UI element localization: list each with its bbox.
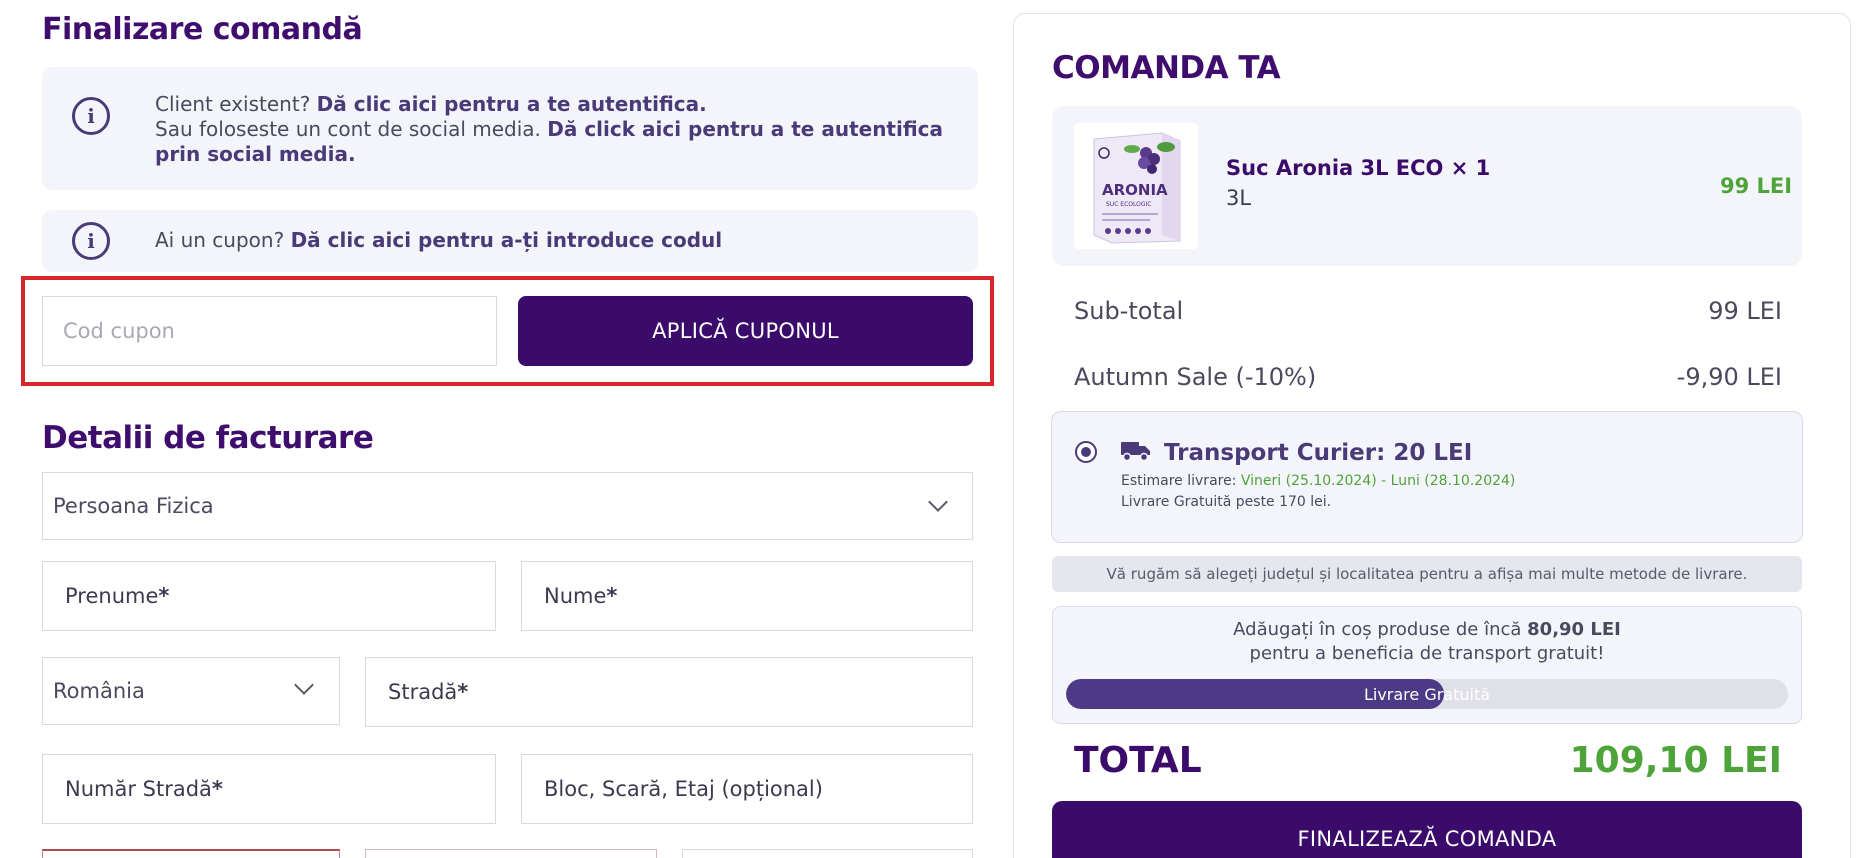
thumb-brand: ARONIA xyxy=(1102,181,1168,199)
free-shipping-line1: Adăugați în coș produse de încă 80,90 LE… xyxy=(1052,619,1802,640)
discount-value: -9,90 LEI xyxy=(1676,363,1782,391)
street-number-label: Număr Stradă xyxy=(65,777,212,801)
info-icon: i xyxy=(72,97,110,135)
login-prefix: Client existent? xyxy=(155,92,317,116)
person-type-select[interactable]: Persoana Fizica xyxy=(42,472,973,540)
product-variant: 3L xyxy=(1226,186,1252,210)
country-value: România xyxy=(53,679,145,703)
coupon-input[interactable]: Cod cupon xyxy=(42,296,497,366)
street-label: Stradă xyxy=(388,680,458,704)
shipping-estimate-prefix: Estimare livrare: xyxy=(1121,473,1241,489)
street-field[interactable]: Stradă * xyxy=(365,657,973,727)
summary-title: COMANDA TA xyxy=(1052,50,1281,86)
postal-code-field[interactable] xyxy=(682,849,973,858)
shipping-free-note: Livrare Gratuită peste 170 lei. xyxy=(1121,494,1332,510)
progress-label: Livrare Gratuită xyxy=(1363,684,1491,704)
page-title: Finalizare comandă xyxy=(42,12,363,47)
truck-icon xyxy=(1121,442,1150,462)
first-name-field[interactable]: Prenume * xyxy=(42,561,496,631)
login-notice-text: Client existent? Dă clic aici pentru a t… xyxy=(155,92,955,167)
street-number-field[interactable]: Număr Stradă * xyxy=(42,754,496,824)
checkout-button[interactable]: FINALIZEAZĂ COMANDA xyxy=(1052,801,1802,858)
country-select[interactable]: România xyxy=(42,657,340,725)
discount-label: Autumn Sale (-10%) xyxy=(1074,363,1317,391)
product-name: Suc Aronia 3L ECO × 1 xyxy=(1226,156,1491,180)
shipping-estimate-dates: Vineri (25.10.2024) - Luni (28.10.2024) xyxy=(1240,473,1516,489)
delivery-notice: Vă rugăm să alegeți județul și localitat… xyxy=(1052,556,1802,592)
coupon-notice-text: Ai un cupon? Dă clic aici pentru a-ți in… xyxy=(155,228,955,253)
person-type-value: Persoana Fizica xyxy=(53,494,214,518)
product-thumbnail: ARONIA SUC ECOLOGIC xyxy=(1074,123,1198,249)
city-field[interactable] xyxy=(365,849,657,858)
last-name-label: Nume xyxy=(544,584,607,608)
coupon-input-placeholder: Cod cupon xyxy=(63,319,175,343)
shipping-title: Transport Curier: 20 LEI xyxy=(1164,440,1473,466)
social-login-prefix: Sau foloseste un cont de social media. xyxy=(155,117,548,141)
total-label: TOTAL xyxy=(1074,740,1202,781)
free-shipping-progress: Livrare Gratuită xyxy=(1066,679,1788,709)
product-price: 99 LEI xyxy=(1720,174,1793,198)
shipping-estimate: Estimare livrare: Vineri (25.10.2024) - … xyxy=(1121,473,1515,489)
total-value: 109,10 LEI xyxy=(1569,740,1782,781)
subtotal-value: 99 LEI xyxy=(1708,297,1782,325)
free-shipping-amount: 80,90 LEI xyxy=(1527,619,1621,640)
login-notice: i Client existent? Dă clic aici pentru a… xyxy=(42,67,978,190)
chevron-down-icon xyxy=(294,675,314,695)
thumb-sub: SUC ECOLOGIC xyxy=(1106,201,1151,208)
free-shipping-line2: pentru a beneficia de transport gratuit! xyxy=(1249,643,1605,664)
county-field[interactable] xyxy=(42,849,340,858)
chevron-down-icon xyxy=(928,492,948,512)
billing-title: Detalii de facturare xyxy=(42,420,374,456)
building-label: Bloc, Scară, Etaj (opțional) xyxy=(544,777,823,801)
apply-coupon-button[interactable]: APLICĂ CUPONUL xyxy=(518,296,973,366)
coupon-notice: i Ai un cupon? Dă clic aici pentru a-ți … xyxy=(42,210,978,272)
coupon-prefix: Ai un cupon? xyxy=(155,228,291,252)
required-mark: * xyxy=(457,680,469,704)
subtotal-label: Sub-total xyxy=(1074,297,1184,325)
required-mark: * xyxy=(158,584,170,608)
shipping-radio[interactable] xyxy=(1075,441,1097,463)
coupon-link[interactable]: Dă clic aici pentru a-ți introduce codul xyxy=(291,228,723,252)
required-mark: * xyxy=(606,584,618,608)
required-mark: * xyxy=(211,777,223,801)
first-name-label: Prenume xyxy=(65,584,159,608)
building-field[interactable]: Bloc, Scară, Etaj (opțional) xyxy=(521,754,973,824)
product-package-image: ARONIA SUC ECOLOGIC xyxy=(1093,132,1181,244)
info-icon: i xyxy=(72,222,110,260)
login-link[interactable]: Dă clic aici pentru a te autentifica. xyxy=(317,92,707,116)
last-name-field[interactable]: Nume * xyxy=(521,561,973,631)
free-shipping-prefix: Adăugați în coș produse de încă xyxy=(1233,619,1528,640)
